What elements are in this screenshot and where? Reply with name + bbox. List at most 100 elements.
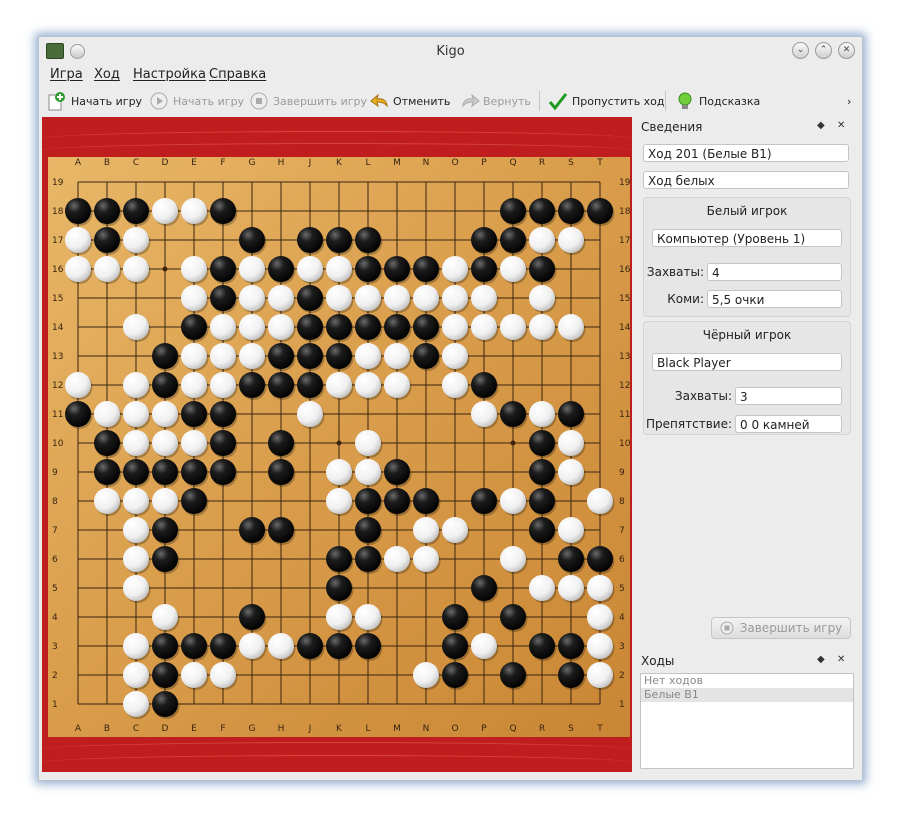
white-stone <box>384 546 410 572</box>
menu-game[interactable]: Игра <box>50 67 83 82</box>
black-stone <box>355 517 381 543</box>
row-label: 6 <box>52 555 58 565</box>
white-stone <box>384 343 410 369</box>
finish-game-button[interactable]: Завершить игру <box>249 90 367 112</box>
column-label: H <box>278 158 285 168</box>
menu-help[interactable]: Справка <box>209 67 266 82</box>
white-stone <box>210 662 236 688</box>
main-window: Kigo ⌄ ⌃ ✕ Игра Ход Настройка Справка На… <box>38 36 863 781</box>
row-label: 19 <box>619 178 631 188</box>
black-stone <box>152 517 178 543</box>
black-stone <box>210 459 236 485</box>
column-label: M <box>393 158 401 168</box>
new-game-button[interactable]: Начать игру <box>47 90 142 112</box>
moves-list[interactable]: Нет ходов Белые B1 <box>640 673 854 769</box>
black-stone <box>529 517 555 543</box>
black-stone <box>210 198 236 224</box>
black-stone <box>558 662 584 688</box>
column-label: F <box>220 158 225 168</box>
white-stone <box>587 575 613 601</box>
float-icon[interactable]: ◆ <box>817 654 825 665</box>
redo-label: Вернуть <box>483 94 531 108</box>
menu-settings[interactable]: Настройка <box>133 67 206 82</box>
go-board[interactable]: AABBCCDDEEFFGGHHJJKKLLMMNNOOPPQQRRSSTT19… <box>42 117 632 772</box>
start-game-button[interactable]: Начать игру <box>149 90 244 112</box>
black-stone <box>529 256 555 282</box>
black-stone <box>384 256 410 282</box>
black-stone <box>413 256 439 282</box>
column-label: D <box>162 158 169 168</box>
white-stone <box>123 662 149 688</box>
column-label: P <box>481 724 487 734</box>
dock-close-icon[interactable]: ✕ <box>837 120 845 131</box>
black-stone <box>268 256 294 282</box>
white-stone <box>558 517 584 543</box>
komi-label: Коми: <box>667 292 704 306</box>
black-player-select[interactable]: Black Player <box>652 353 842 371</box>
white-stone <box>587 488 613 514</box>
white-stone <box>355 604 381 630</box>
white-stone <box>268 314 294 340</box>
black-stone <box>268 459 294 485</box>
black-stone <box>210 401 236 427</box>
white-stone <box>123 488 149 514</box>
black-stone <box>355 633 381 659</box>
white-stone <box>123 517 149 543</box>
white-stone <box>326 285 352 311</box>
row-label: 5 <box>52 584 58 594</box>
black-stone <box>152 546 178 572</box>
toolbar-overflow-icon[interactable]: › <box>847 90 851 112</box>
minimize-icon[interactable]: ⌄ <box>792 42 809 59</box>
black-stone <box>529 430 555 456</box>
handicap-label: Препятствие: <box>646 417 732 431</box>
white-stone <box>152 198 178 224</box>
row-label: 10 <box>619 439 631 449</box>
black-stone <box>152 343 178 369</box>
white-captures-label: Захваты: <box>646 265 704 279</box>
row-label: 17 <box>52 236 63 246</box>
maximize-icon[interactable]: ⌃ <box>815 42 832 59</box>
white-stone <box>442 256 468 282</box>
float-icon[interactable]: ◆ <box>817 120 825 131</box>
black-stone <box>239 227 265 253</box>
menu-move[interactable]: Ход <box>94 67 120 82</box>
black-stone <box>152 459 178 485</box>
black-stone <box>268 372 294 398</box>
white-stone <box>558 314 584 340</box>
titlebar[interactable]: Kigo ⌄ ⌃ ✕ <box>39 37 862 65</box>
end-game-button[interactable]: Завершить игру <box>711 617 851 639</box>
redo-button[interactable]: Вернуть <box>459 90 531 112</box>
black-captures-value: 3 <box>735 387 842 405</box>
white-stone <box>471 633 497 659</box>
row-label: 4 <box>619 613 625 623</box>
row-label: 15 <box>52 294 63 304</box>
black-stone <box>558 198 584 224</box>
close-icon[interactable]: ✕ <box>838 42 855 59</box>
column-label: J <box>308 158 312 168</box>
black-stone <box>500 604 526 630</box>
dock-close-icon[interactable]: ✕ <box>837 654 845 665</box>
moves-dock: Ходы ◆ ✕ <box>637 651 855 671</box>
pass-button[interactable]: Пропустить ход <box>548 90 665 112</box>
handicap-value: 0 0 камней <box>735 415 842 433</box>
end-game-label: Завершить игру <box>739 621 843 635</box>
row-label: 18 <box>52 207 64 217</box>
black-stone <box>239 517 265 543</box>
white-stone <box>442 285 468 311</box>
white-stone <box>326 604 352 630</box>
column-label: C <box>133 158 139 168</box>
black-stone <box>413 488 439 514</box>
white-player-select[interactable]: Компьютер (Уровень 1) <box>652 229 842 247</box>
row-label: 7 <box>52 526 58 536</box>
white-stone <box>355 343 381 369</box>
undo-button[interactable]: Отменить <box>369 90 450 112</box>
white-stone <box>384 372 410 398</box>
white-stone <box>239 633 265 659</box>
list-item[interactable]: Нет ходов <box>641 674 853 688</box>
list-item[interactable]: Белые B1 <box>641 688 853 702</box>
column-label: P <box>481 158 487 168</box>
hint-button[interactable]: Подсказка <box>675 90 760 112</box>
moves-dock-title: Ходы <box>641 654 675 668</box>
row-label: 15 <box>619 294 630 304</box>
white-stone <box>65 372 91 398</box>
